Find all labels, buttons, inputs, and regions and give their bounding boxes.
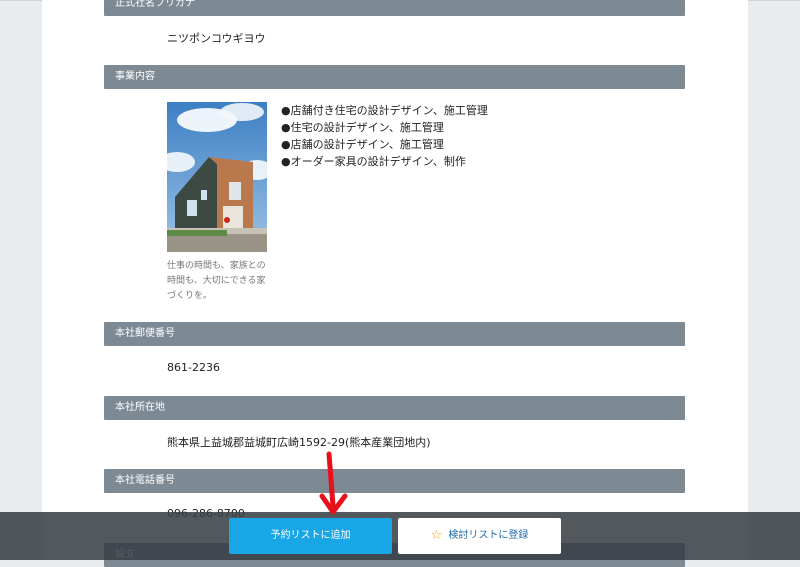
photo-caption: 仕事の時間も、家族との時間も、大切にできる家づくりを。: [167, 261, 266, 301]
business-item: ●店舗の設計デザイン、施工管理: [281, 138, 444, 151]
section-header-postal: 本社郵便番号: [104, 322, 685, 346]
add-to-consideration-list-button[interactable]: ☆ 検討リストに登録: [398, 518, 561, 554]
business-item: ●店舗付き住宅の設計デザイン、施工管理: [281, 104, 488, 117]
section-header-phone: 本社電話番号: [104, 469, 685, 493]
business-item: ●オーダー家具の設計デザイン、制作: [281, 155, 466, 168]
section-header-business: 事業内容: [104, 65, 685, 89]
star-icon: ☆: [430, 528, 443, 543]
business-list: ●店舗付き住宅の設計デザイン、施工管理 ●住宅の設計デザイン、施工管理 ●店舗の…: [281, 102, 488, 170]
section-header-address: 本社所在地: [104, 396, 685, 420]
address-value: 熊本県上益城郡益城町広崎1592-29(熊本産業団地内): [167, 436, 431, 449]
red-arrow-icon: [319, 451, 348, 515]
consider-button-label: 検討リストに登録: [448, 530, 529, 541]
section-header-furigana: 正式社名フリガナ: [104, 0, 685, 16]
add-to-reservation-list-button[interactable]: 予約リストに追加: [229, 518, 392, 554]
house-photo: [167, 102, 267, 252]
postal-value: 861-2236: [167, 361, 220, 374]
business-item: ●住宅の設計デザイン、施工管理: [281, 121, 444, 134]
reserve-button-label: 予約リストに追加: [270, 530, 351, 541]
furigana-value: ニツポンコウギヨウ: [167, 32, 266, 45]
